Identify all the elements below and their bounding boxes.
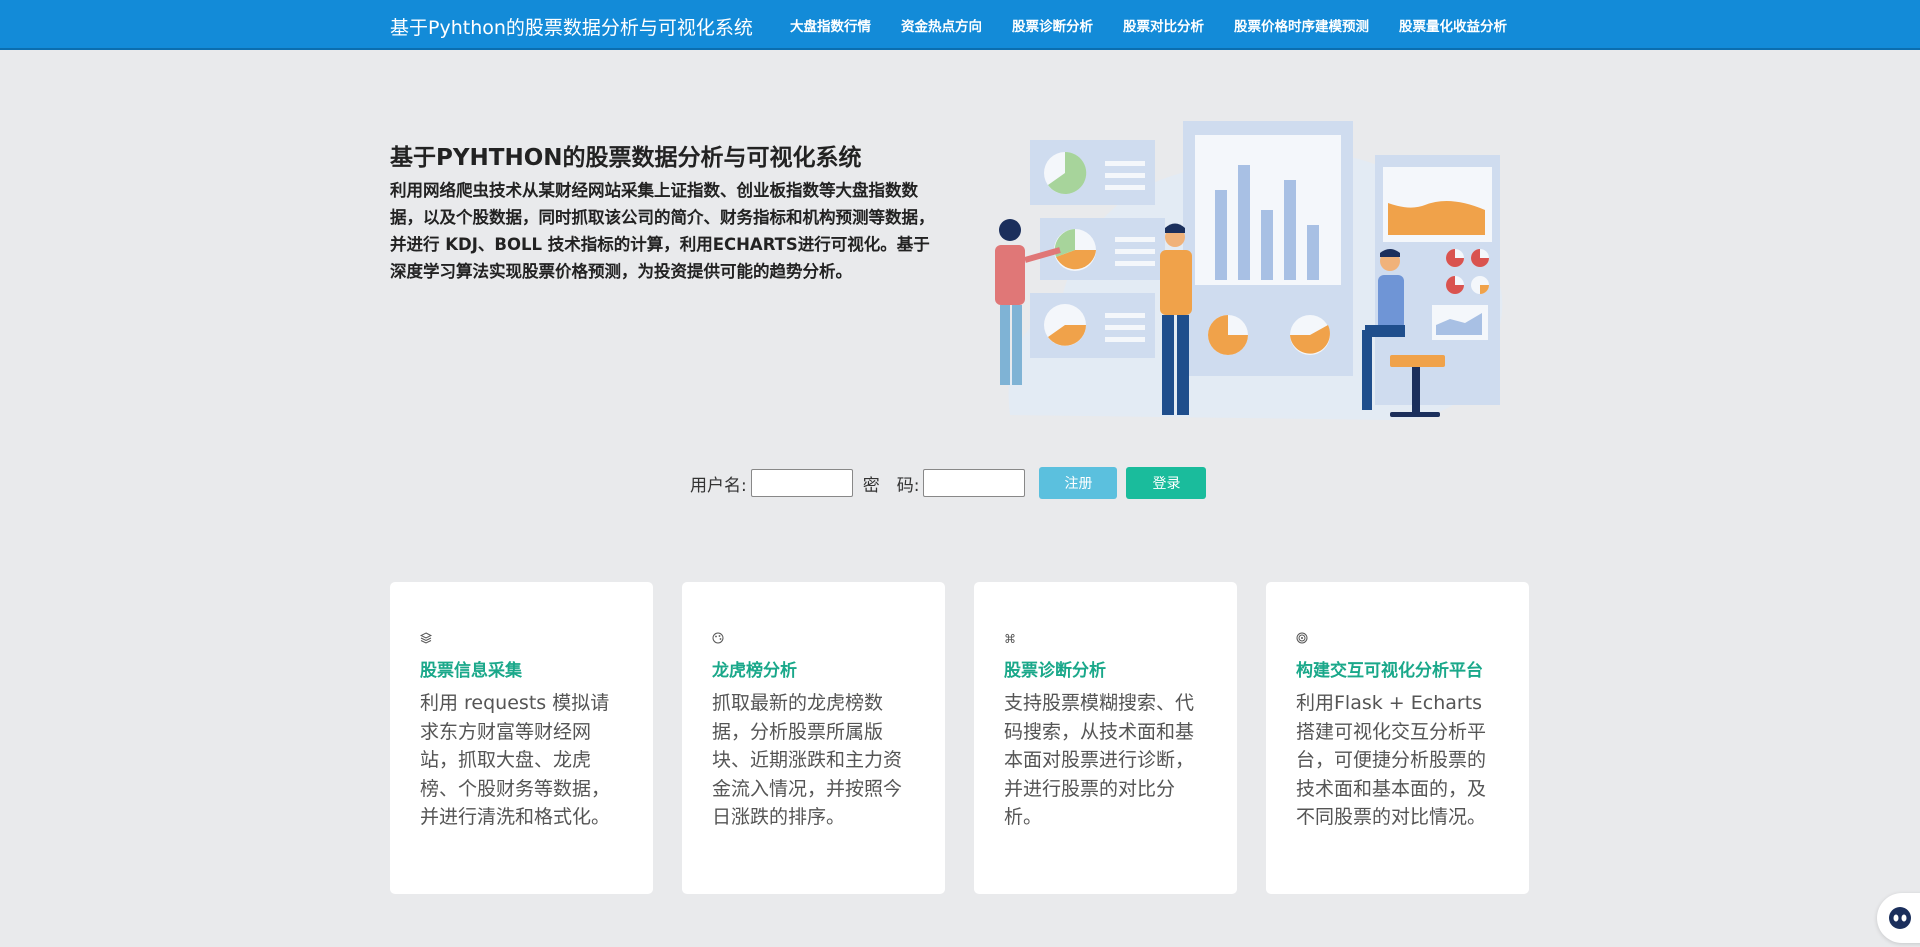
hero-title: 基于PYHTHON的股票数据分析与可视化系统 — [390, 145, 862, 171]
feature-card-dragon-tiger: 龙虎榜分析 抓取最新的龙虎榜数据，分析股票所属版块、近期涨跌和主力资金流入情况，… — [682, 582, 945, 894]
card-text: 抓取最新的龙虎榜数据，分析股票所属版块、近期涨跌和主力资金流入情况，并按照今日涨… — [712, 692, 903, 828]
feature-card-stock-diagnosis: ⌘ 股票诊断分析 支持股票模糊搜索、代码搜索，从技术面和基本面对股票进行诊断，并… — [974, 582, 1237, 894]
nav-item-stock-compare[interactable]: 股票对比分析 — [1123, 15, 1204, 35]
nav-item-price-forecast[interactable]: 股票价格时序建模预测 — [1234, 15, 1369, 35]
top-navbar: 基于Pyhthon的股票数据分析与可视化系统 大盘指数行情 资金热点方向 股票诊… — [0, 0, 1920, 50]
fingerprint-icon — [1296, 632, 1499, 648]
password-input[interactable] — [923, 469, 1026, 497]
card-title: 构建交互可视化分析平台 — [1296, 661, 1483, 681]
command-icon: ⌘ — [1004, 632, 1016, 646]
hero-illustration — [995, 121, 1503, 420]
robot-face-icon — [1889, 907, 1911, 929]
login-button[interactable]: 登录 — [1126, 467, 1207, 499]
card-text: 利用Flask + Echarts搭建可视化交互分析平台，可便捷分析股票的技术面… — [1296, 692, 1487, 828]
password-label: 密 码: — [862, 475, 920, 496]
brand-title[interactable]: 基于Pyhthon的股票数据分析与可视化系统 — [390, 13, 753, 40]
card-text: 支持股票模糊搜索、代码搜索，从技术面和基本面对股票进行诊断，并进行股票的对比分析… — [1004, 692, 1195, 828]
login-form: 用户名: 密 码: 注册 登录 — [690, 467, 1207, 499]
chat-assistant-button[interactable] — [1877, 893, 1920, 943]
feature-card-visual-platform: 构建交互可视化分析平台 利用Flask + Echarts搭建可视化交互分析平台… — [1266, 582, 1529, 894]
nav-item-capital-hotspot[interactable]: 资金热点方向 — [901, 15, 982, 35]
register-button[interactable]: 注册 — [1039, 467, 1118, 499]
nav-item-stock-diagnosis[interactable]: 股票诊断分析 — [1012, 15, 1093, 35]
card-text: 利用 requests 模拟请求东方财富等财经网站，抓取大盘、龙虎榜、个股财务等… — [420, 692, 611, 828]
card-title: 股票信息采集 — [420, 661, 522, 681]
username-input[interactable] — [750, 469, 853, 497]
card-title: 龙虎榜分析 — [712, 661, 797, 681]
nav-item-market-index[interactable]: 大盘指数行情 — [790, 15, 871, 35]
username-label: 用户名: — [690, 475, 747, 496]
nav-menu: 大盘指数行情 资金热点方向 股票诊断分析 股票对比分析 股票价格时序建模预测 股… — [790, 0, 1507, 50]
palette-icon — [712, 632, 915, 648]
nav-item-quant-returns[interactable]: 股票量化收益分析 — [1399, 15, 1507, 35]
feature-card-data-collection: 股票信息采集 利用 requests 模拟请求东方财富等财经网站，抓取大盘、龙虎… — [390, 582, 653, 894]
feature-cards: 股票信息采集 利用 requests 模拟请求东方财富等财经网站，抓取大盘、龙虎… — [390, 582, 1529, 894]
hero-description: 利用网络爬虫技术从某财经网站采集上证指数、创业板指数等大盘指数数据，以及个股数据… — [390, 181, 935, 281]
layers-icon — [419, 632, 623, 648]
card-title: 股票诊断分析 — [1004, 661, 1106, 681]
